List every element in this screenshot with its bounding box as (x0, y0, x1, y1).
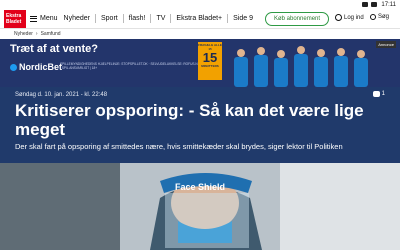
ad-badge-number: 15 (202, 50, 218, 65)
nav-divider (227, 14, 229, 23)
subscribe-button[interactable]: Køb abonnement (265, 12, 330, 26)
article-dateline: Søndag d. 10. jan. 2021 - kl. 22:48 (15, 92, 108, 98)
nav-divider (150, 14, 152, 23)
comment-count: 1 (381, 91, 385, 97)
article-header: Søndag d. 10. jan. 2021 - kl. 22:48 1 Kr… (0, 87, 400, 163)
ad-headline: Træt af at vente? (10, 43, 99, 55)
nav-item-tv[interactable]: TV (156, 15, 165, 22)
battery-icon (371, 2, 378, 7)
advertisement-banner[interactable]: Træt af at vente? NordicBet SPILLEMYNDIG… (0, 39, 400, 87)
wifi-icon (362, 2, 369, 7)
article-photo: Face Shield (0, 163, 400, 250)
nav-item-ekstra-bladet-plus[interactable]: Ekstra Bladet+ (176, 15, 222, 22)
login-label: Log ind (344, 14, 364, 21)
ad-brand: NordicBet (10, 62, 62, 72)
article-title: Kritiserer opsporing: - Så kan det være … (15, 101, 364, 139)
comments-button[interactable]: 1 (372, 91, 385, 97)
logo-line-2: Bladet (6, 18, 22, 25)
menu-button[interactable]: Menu (30, 15, 58, 22)
status-icons (362, 2, 378, 7)
nav-divider (122, 14, 124, 23)
search-button[interactable]: Søg (370, 14, 389, 20)
ad-players-image (228, 45, 378, 87)
status-time: 17:11 (381, 1, 396, 8)
comment-icon (372, 91, 380, 97)
ad-fine-print: SPILLEMYNDIGHEDENS HJÆLPELINJE: STOPSPIL… (60, 62, 200, 70)
nav-item-side-9[interactable]: Side 9 (233, 15, 253, 22)
login-button[interactable]: Log ind (335, 14, 364, 21)
top-navigation: Ekstra Bladet Menu Nyheder Sport flash! … (0, 9, 400, 29)
breadcrumb: Nyheder › Samfund (0, 29, 400, 39)
search-icon (370, 14, 376, 20)
nav-item-flash[interactable]: flash! (129, 15, 146, 22)
breadcrumb-item-nyheder[interactable]: Nyheder (14, 31, 33, 37)
hamburger-icon (30, 15, 37, 22)
face-shield-label: Face Shield (175, 182, 225, 192)
ad-brand-name: NordicBet (19, 62, 63, 72)
ad-badge: FRAVÆLG ALLE 15 15 MINUTTERS (198, 42, 222, 80)
app-screen: 17:11 Ekstra Bladet Menu Nyheder Sport f… (0, 0, 400, 250)
search-label: Søg (378, 14, 390, 20)
ad-label: Annonce (376, 41, 396, 48)
article-subtitle: Der skal fart på opsporing af smittedes … (15, 142, 343, 151)
nav-divider (94, 14, 96, 23)
nav-divider (170, 14, 172, 23)
ekstra-bladet-logo[interactable]: Ekstra Bladet (4, 9, 26, 28)
status-bar: 17:11 (0, 0, 400, 9)
user-icon (335, 14, 342, 21)
nav-items: Nyheder Sport flash! TV Ekstra Bladet+ S… (64, 14, 253, 23)
menu-label: Menu (40, 15, 58, 22)
breadcrumb-item-samfund[interactable]: Samfund (41, 31, 61, 37)
nordicbet-logo-icon (10, 63, 17, 71)
ad-badge-bottom: MINUTTERS (201, 64, 219, 68)
nav-item-nyheder[interactable]: Nyheder (64, 15, 90, 22)
nav-item-sport[interactable]: Sport (101, 15, 118, 22)
breadcrumb-chevron-icon: › (35, 31, 38, 37)
